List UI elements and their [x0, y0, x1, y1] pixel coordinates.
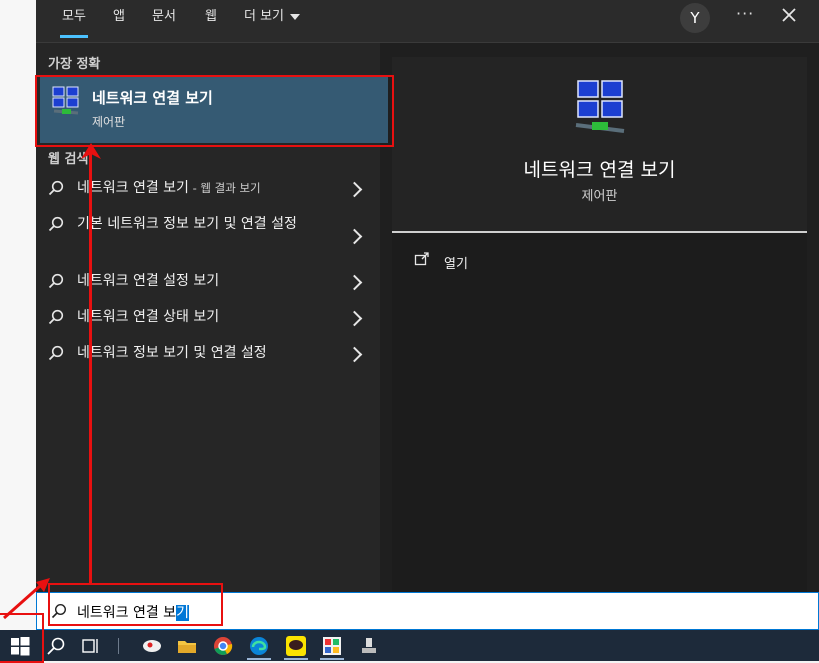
detail-pane: 네트워크 연결 보기 제어판 열기 [392, 57, 807, 592]
divider [392, 231, 807, 233]
search-tabs-bar: 모두 앱 문서 웹 더 보기 Y ··· [36, 0, 819, 43]
annotation-arrow-diagonal [3, 578, 50, 620]
search-icon [48, 216, 64, 232]
annotation-box-best-match [35, 75, 394, 147]
chevron-down-icon [290, 13, 301, 20]
web-result-2[interactable]: 기본 네트워크 정보 보기 및 연결 설정 [36, 214, 380, 258]
tab-documents[interactable]: 문서 [152, 0, 176, 40]
web-result-1[interactable]: 네트워크 연결 보기 - 웹 결과 보기 [36, 178, 380, 200]
taskbar [0, 630, 819, 661]
tab-more-label: 더 보기 [244, 9, 285, 24]
taskbar-separator [118, 638, 119, 654]
search-icon [48, 309, 64, 325]
chevron-right-icon [346, 228, 363, 245]
network-connections-icon [575, 80, 625, 133]
tab-all[interactable]: 모두 [60, 0, 88, 40]
search-icon [48, 273, 64, 289]
web-result-label: 네트워크 연결 설정 보기 [77, 273, 220, 289]
web-result-label: 네트워크 연결 상태 보기 [77, 309, 220, 325]
open-icon [414, 252, 429, 266]
search-icon [48, 345, 64, 361]
edge-icon[interactable] [247, 634, 271, 660]
desktop-background [0, 0, 37, 630]
detail-title: 네트워크 연결 보기 [523, 159, 676, 181]
search-icon [48, 180, 64, 196]
web-result-3[interactable]: 네트워크 연결 설정 보기 [36, 271, 380, 293]
detail-subtitle: 제어판 [581, 189, 618, 204]
web-result-5[interactable]: 네트워크 정보 보기 및 연결 설정 [36, 343, 380, 365]
web-result-suffix: - 웹 결과 보기 [188, 181, 261, 195]
control-panel-icon[interactable] [320, 634, 344, 660]
app-icon[interactable] [140, 634, 164, 658]
annotation-arrow-up [89, 152, 92, 584]
tab-more[interactable]: 더 보기 [244, 0, 301, 40]
web-result-label: 네트워크 정보 보기 및 연결 설정 [77, 345, 267, 361]
web-result-label: 기본 네트워크 정보 보기 및 연결 설정 [77, 216, 297, 232]
annotation-box-search-input [48, 583, 223, 626]
close-icon[interactable] [778, 4, 800, 26]
web-result-label: 네트워크 연결 보기 [77, 180, 189, 196]
tab-apps[interactable]: 앱 [113, 0, 125, 40]
best-match-heading: 가장 정확 [48, 57, 101, 72]
task-view-icon[interactable] [78, 634, 102, 658]
file-explorer-icon[interactable] [175, 634, 199, 658]
search-icon[interactable] [44, 634, 68, 658]
kakaotalk-icon[interactable] [284, 634, 308, 660]
tab-web[interactable]: 웹 [205, 0, 217, 40]
chrome-icon[interactable] [211, 634, 235, 658]
avatar[interactable]: Y [680, 3, 710, 33]
open-label: 열기 [444, 257, 468, 272]
more-options-icon[interactable]: ··· [736, 4, 754, 23]
annotation-arrowhead-up [81, 143, 101, 159]
web-result-4[interactable]: 네트워크 연결 상태 보기 [36, 307, 380, 329]
network-icon[interactable] [357, 634, 381, 658]
